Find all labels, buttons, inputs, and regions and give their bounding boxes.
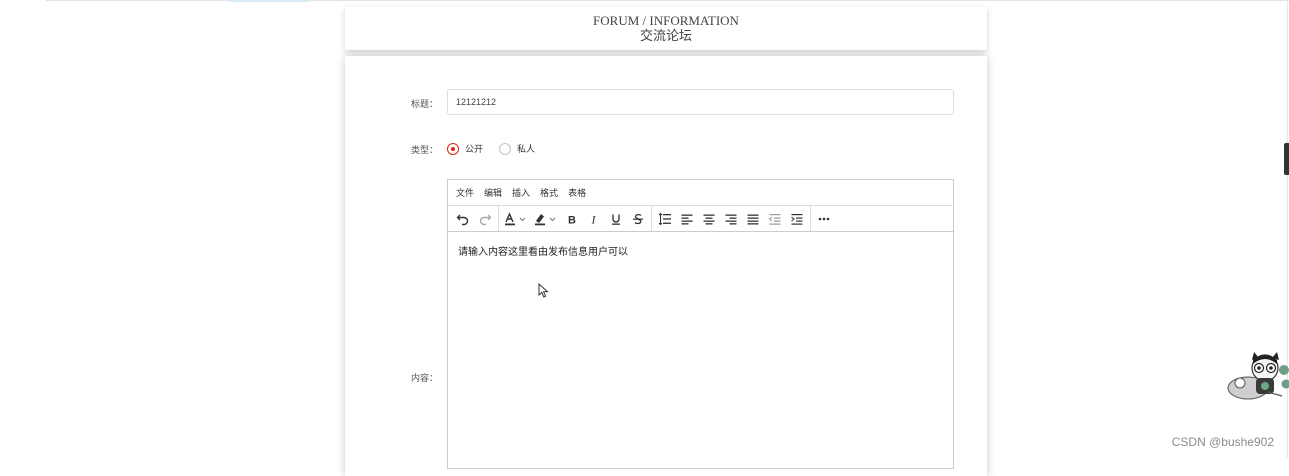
underline-button[interactable] bbox=[605, 208, 627, 230]
radio-unchecked-icon[interactable] bbox=[499, 143, 511, 155]
bold-icon: B bbox=[565, 212, 579, 226]
toolbar-separator bbox=[810, 206, 811, 231]
italic-button[interactable]: I bbox=[583, 208, 605, 230]
undo-button[interactable] bbox=[452, 208, 474, 230]
radio-public[interactable]: 公开 bbox=[447, 142, 483, 155]
type-radio-group: 公开 私人 bbox=[447, 141, 551, 156]
align-right-button[interactable] bbox=[720, 208, 742, 230]
align-right-icon bbox=[724, 212, 738, 226]
title-label: 标题： bbox=[378, 97, 438, 110]
align-justify-button[interactable] bbox=[742, 208, 764, 230]
redo-icon bbox=[478, 212, 492, 226]
page-title-cn: 交流论坛 bbox=[345, 28, 987, 43]
toolbar-separator bbox=[498, 206, 499, 231]
outdent-icon bbox=[768, 212, 782, 226]
indent-button[interactable] bbox=[786, 208, 808, 230]
menu-file[interactable]: 文件 bbox=[456, 186, 474, 199]
align-left-icon bbox=[680, 212, 694, 226]
svg-text:I: I bbox=[591, 212, 597, 226]
undo-icon bbox=[456, 212, 470, 226]
cat-mascot-icon[interactable] bbox=[1226, 352, 1289, 404]
bold-button[interactable]: B bbox=[561, 208, 583, 230]
title-input[interactable] bbox=[447, 89, 954, 115]
highlight-color-icon bbox=[533, 212, 559, 226]
top-accent-line bbox=[230, 0, 310, 2]
radio-public-label: 公开 bbox=[465, 142, 483, 155]
menu-insert[interactable]: 插入 bbox=[512, 186, 530, 199]
outdent-button[interactable] bbox=[764, 208, 786, 230]
font-color-icon bbox=[503, 212, 529, 226]
underline-icon bbox=[609, 212, 623, 226]
mouse-cursor-icon bbox=[538, 283, 550, 299]
highlight-color-button[interactable] bbox=[531, 208, 561, 230]
menu-format[interactable]: 格式 bbox=[540, 186, 558, 199]
watermark: CSDN @bushe902 bbox=[1172, 435, 1274, 449]
radio-private-label: 私人 bbox=[517, 142, 535, 155]
more-icon bbox=[817, 212, 831, 226]
line-height-icon bbox=[658, 212, 672, 226]
rich-text-editor: 文件 编辑 插入 格式 表格 B I bbox=[447, 179, 954, 469]
svg-text:B: B bbox=[568, 214, 576, 226]
align-center-icon bbox=[702, 212, 716, 226]
font-color-button[interactable] bbox=[501, 208, 531, 230]
align-left-button[interactable] bbox=[676, 208, 698, 230]
editor-toolbar: B I bbox=[448, 206, 953, 232]
page-header: FORUM / INFORMATION 交流论坛 bbox=[345, 7, 987, 50]
toolbar-separator bbox=[651, 206, 652, 231]
indent-icon bbox=[790, 212, 804, 226]
menu-edit[interactable]: 编辑 bbox=[484, 186, 502, 199]
strikethrough-button[interactable] bbox=[627, 208, 649, 230]
scroll-indicator[interactable] bbox=[1284, 143, 1289, 175]
radio-checked-icon[interactable] bbox=[447, 143, 459, 155]
content-label: 内容： bbox=[378, 371, 438, 384]
editor-menubar: 文件 编辑 插入 格式 表格 bbox=[448, 180, 953, 206]
italic-icon: I bbox=[587, 212, 601, 226]
page-title-en: FORUM / INFORMATION bbox=[345, 13, 987, 28]
align-center-button[interactable] bbox=[698, 208, 720, 230]
line-height-button[interactable] bbox=[654, 208, 676, 230]
radio-private[interactable]: 私人 bbox=[499, 142, 535, 155]
strikethrough-icon bbox=[631, 212, 645, 226]
menu-table[interactable]: 表格 bbox=[568, 186, 586, 199]
type-label: 类型： bbox=[378, 143, 438, 156]
align-justify-icon bbox=[746, 212, 760, 226]
more-button[interactable] bbox=[813, 208, 835, 230]
redo-button[interactable] bbox=[474, 208, 496, 230]
editor-content[interactable]: 请输入内容这里看由发布信息用户可以 bbox=[448, 232, 953, 269]
